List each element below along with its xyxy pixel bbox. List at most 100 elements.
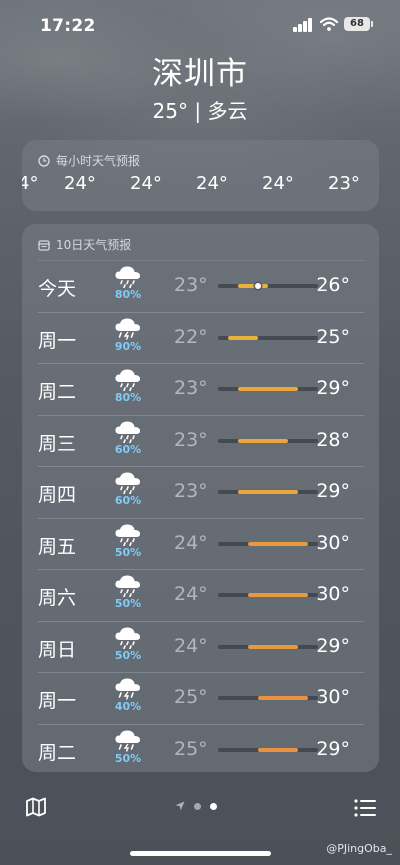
high-temp: 30° (316, 583, 350, 605)
rain-cloud-icon (115, 472, 140, 494)
daily-row[interactable]: 今天 80% 23° 26° (38, 260, 364, 312)
watermark: @PJingOba_ (326, 842, 392, 855)
low-temp: 23° (174, 377, 208, 399)
temp-range-bar (218, 644, 318, 649)
daily-row[interactable]: 周五 50% 24° 30° (38, 517, 364, 570)
rain-cloud-icon (115, 626, 140, 649)
page-dot[interactable] (194, 802, 201, 810)
thunderstorm-cloud-icon (115, 678, 140, 700)
temp-range-bar (218, 335, 318, 340)
clock-icon (38, 154, 50, 167)
row-divider (38, 517, 364, 519)
day-label: 周三 (38, 432, 77, 455)
day-label: 周一 (38, 690, 77, 712)
high-temp: 29° (316, 377, 350, 399)
precip-chance: 50% (114, 545, 142, 559)
low-temp: 23° (174, 428, 208, 451)
row-divider (38, 569, 364, 570)
high-temp: 29° (316, 737, 350, 760)
high-temp: 28° (316, 428, 350, 451)
ten-day-forecast-card[interactable]: 10日天气预报 今天 80% 23° 26° 周一 90% 22° 25° 周二 80% 23° 29… (22, 224, 379, 772)
hourly-title: 每小时天气预报 (38, 152, 140, 169)
battery-icon: 68 (344, 17, 373, 31)
temp-range-bar (218, 696, 318, 700)
high-temp: 26° (316, 274, 350, 296)
temp-range-fill (238, 387, 298, 391)
temp-range-fill (258, 696, 308, 700)
high-temp: 30° (316, 686, 350, 708)
daily-row[interactable]: 周二 80% 23° 29° (38, 363, 364, 415)
daily-title-label: 10日天气预报 (56, 238, 132, 252)
hourly-temps[interactable]: 4° 24° 24° 24° 24° 23° (22, 173, 379, 199)
list-icon[interactable] (354, 799, 376, 817)
current-temp-marker (255, 283, 261, 289)
temp-range-bar (218, 387, 318, 391)
daily-title: 10日天气预报 (38, 236, 131, 253)
page-dot-active[interactable] (210, 802, 217, 810)
temp-range-fill (228, 335, 258, 340)
hourly-temp: 24° (64, 173, 96, 194)
precip-chance: 60% (114, 442, 142, 456)
day-label: 周日 (38, 638, 77, 661)
low-temp: 25° (174, 737, 208, 760)
low-temp: 24° (174, 583, 208, 605)
temp-range-fill (238, 438, 288, 443)
row-divider (38, 620, 364, 622)
hourly-forecast-card[interactable]: 每小时天气预报 4° 24° 24° 24° 24° 23° (22, 140, 379, 211)
thunderstorm-cloud-icon (115, 729, 140, 752)
high-temp: 25° (316, 325, 350, 348)
row-divider (38, 672, 364, 673)
daily-row[interactable]: 周四 60% 23° 29° (38, 466, 364, 518)
hourly-temp: 24° (196, 173, 228, 194)
home-indicator[interactable] (130, 851, 271, 856)
row-divider (38, 723, 364, 725)
precip-chance: 40% (114, 700, 142, 713)
daily-row[interactable]: 周二 50% 25° 29° (38, 723, 364, 773)
precip-chance: 80% (114, 391, 142, 404)
daily-row[interactable]: 周一 90% 22° 25° (38, 311, 364, 364)
rain-cloud-icon (115, 523, 140, 546)
status-time: 17:22 (40, 16, 96, 36)
high-temp: 30° (316, 531, 350, 554)
low-temp: 24° (174, 634, 208, 657)
precip-chance: 90% (114, 339, 142, 353)
temp-range-bar (218, 541, 318, 546)
day-label: 周五 (38, 535, 77, 558)
daily-row[interactable]: 周三 60% 23° 28° (38, 414, 364, 467)
temp-range-bar (218, 438, 318, 443)
row-divider (38, 311, 364, 313)
low-temp: 22° (174, 325, 208, 348)
map-icon[interactable] (25, 796, 47, 818)
page-indicator[interactable] (175, 801, 217, 811)
temp-range-bar (218, 593, 318, 597)
daily-row[interactable]: 周六 50% 24° 30° (38, 569, 364, 621)
temp-range-bar (218, 283, 318, 289)
temp-range-fill (248, 541, 308, 546)
temp-range-fill (248, 644, 298, 649)
day-label: 周六 (38, 587, 77, 609)
day-label: 周一 (38, 329, 77, 352)
location-arrow-icon (175, 801, 185, 811)
rain-cloud-icon (115, 420, 140, 443)
current-condition: 25° | 多云 (152, 99, 248, 123)
row-divider (38, 260, 364, 261)
high-temp: 29° (316, 480, 350, 502)
calendar-icon (38, 239, 50, 251)
precip-chance: 50% (114, 648, 142, 662)
hourly-temp: 23° (328, 173, 360, 194)
low-temp: 24° (174, 531, 208, 554)
temp-range-fill (248, 593, 308, 597)
high-temp: 29° (316, 634, 350, 657)
daily-row[interactable]: 周日 50% 24° 29° (38, 620, 364, 673)
day-label: 周四 (38, 484, 77, 506)
rain-cloud-icon (115, 575, 140, 597)
daily-row[interactable]: 周一 40% 25° 30° (38, 672, 364, 724)
low-temp: 25° (174, 686, 208, 708)
hourly-temp: 24° (262, 173, 294, 194)
hourly-temp: 24° (130, 173, 162, 194)
low-temp: 23° (174, 274, 208, 296)
precip-chance: 60% (114, 494, 142, 507)
rain-cloud-icon (115, 266, 140, 288)
cellular-signal-icon (293, 18, 315, 32)
row-divider (38, 363, 364, 364)
